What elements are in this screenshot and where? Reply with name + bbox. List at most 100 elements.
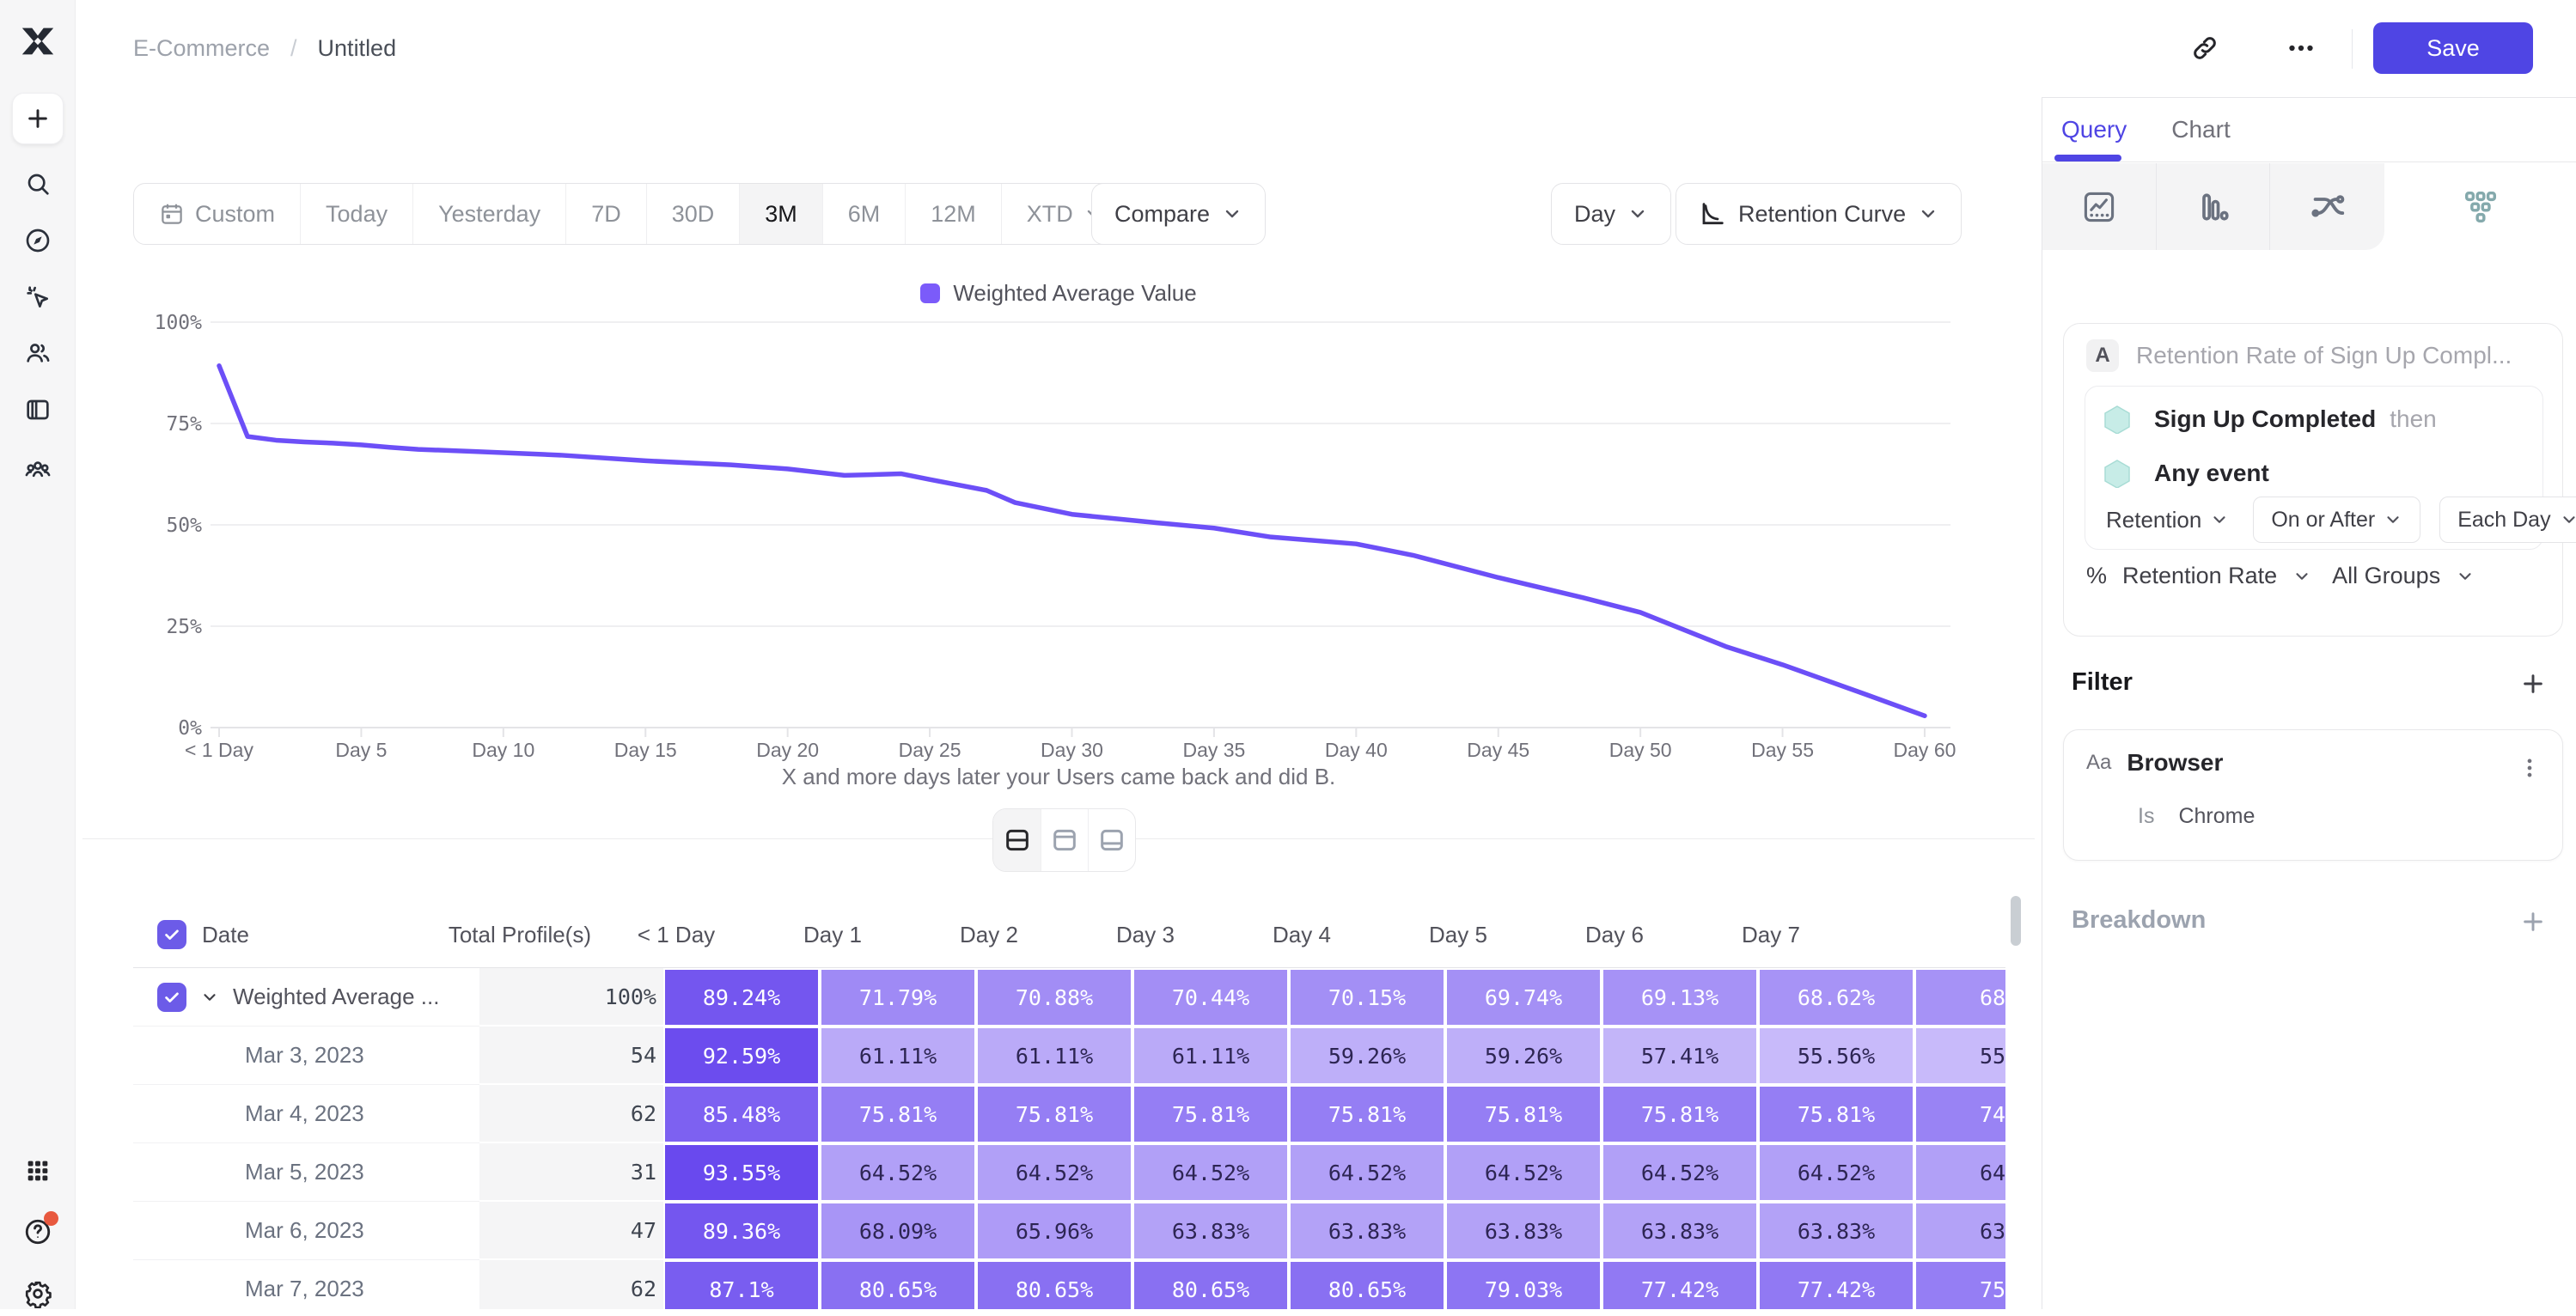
table-view-toggle[interactable] [1088,809,1135,871]
row-checkbox[interactable] [157,983,186,1012]
filter-property[interactable]: Browser [2127,749,2223,777]
row-label: Mar 6, 2023 [133,1217,364,1244]
compass-icon[interactable] [15,218,60,263]
x-axis-tick: Day 30 [1041,739,1103,761]
period-dropdown[interactable]: Each Day [2439,497,2576,543]
row-label: Weighted Average ... [233,984,439,1010]
cursor-click-icon[interactable] [15,275,60,320]
flow-chart-icon[interactable] [2270,163,2384,250]
event-hexagon-icon [2103,459,2132,488]
x-axis-tick: Day 15 [614,739,677,761]
retention-cell: 92.59% [665,1028,818,1083]
new-report-button[interactable] [12,93,64,144]
retention-dots-icon[interactable] [2384,163,2576,250]
more-icon[interactable] [2280,27,2323,70]
settings-icon[interactable] [15,1271,60,1316]
bar-chart-icon[interactable] [2157,163,2271,250]
panel-left-icon[interactable] [15,387,60,432]
retention-settings-row: Retention On or After Each Day [2106,497,2576,543]
operator-dropdown[interactable]: On or After [2253,497,2420,543]
filter-operator[interactable]: Is [2138,804,2154,829]
tab-query[interactable]: Query [2061,116,2127,143]
retention-cell: 75.81% [978,1087,1131,1142]
header-divider [2352,29,2353,69]
event-a-suffix: then [2390,405,2437,433]
event-a-name[interactable]: Sign Up Completed [2154,405,2376,433]
search-icon[interactable] [15,161,60,206]
event-a-row: Sign Up Completed then [2103,405,2437,434]
total-profiles-cell: 100% [479,968,663,1027]
retention-cell: 80.65% [1134,1262,1287,1309]
retention-cell: 85.48% [665,1087,818,1142]
split-view-toggle[interactable] [993,809,1041,871]
retention-line-chart: 0%25%50%75%100%< 1 DayDay 5Day 10Day 15D… [76,97,2042,801]
retention-cell: 75 [1916,1262,2005,1309]
retention-cell: 75.81% [1291,1087,1444,1142]
event-card: Sign Up Completed then Any event Retenti… [2085,386,2543,550]
query-title[interactable]: Retention Rate of Sign Up Compl... [2136,342,2512,369]
x-axis-tick: Day 45 [1467,739,1529,761]
retention-cell: 87.1% [665,1262,818,1309]
table-row: Mar 3, 20235492.59%61.11%61.11%61.11%59.… [133,1027,2005,1085]
retention-cell: 71.79% [821,970,974,1025]
expand-chevron-icon[interactable] [200,988,219,1007]
filter-value[interactable]: Chrome [2178,804,2255,829]
tab-chart[interactable]: Chart [2171,116,2230,143]
column-header-day: Day 1 [754,922,911,948]
table-row: Mar 6, 20234789.36%68.09%65.96%63.83%63.… [133,1202,2005,1260]
retention-table: DateTotal Profile(s)< 1 DayDay 1Day 2Day… [133,902,2005,1309]
add-filter-button[interactable] [2516,667,2550,701]
retention-cell: 75.81% [1760,1087,1913,1142]
query-title-row: A Retention Rate of Sign Up Compl... [2086,339,2512,372]
retention-cell: 75.81% [1447,1087,1600,1142]
add-breakdown-button[interactable] [2516,905,2550,939]
select-all-checkbox[interactable] [157,920,186,949]
groups-dropdown[interactable]: All Groups [2332,563,2440,589]
filter-menu-icon[interactable] [2514,752,2545,783]
apps-grid-icon[interactable] [15,1148,60,1193]
event-hexagon-icon [2103,405,2132,434]
retention-cell: 89.36% [665,1203,818,1258]
filter-card: Aa Browser Is Chrome [2063,729,2563,861]
retention-cell: 77.42% [1603,1262,1756,1309]
retention-cell: 64.52% [1291,1145,1444,1200]
metric-row: % Retention Rate All Groups [2086,563,2475,589]
retention-cell: 61.11% [821,1028,974,1083]
breadcrumb-page-title[interactable]: Untitled [318,35,397,62]
retention-cell: 79.03% [1447,1262,1600,1309]
save-button[interactable]: Save [2373,22,2533,74]
retention-cell: 70.15% [1291,970,1444,1025]
query-panel: Query Chart A Retention Rate of Sign Up … [2042,97,2576,1309]
x-axis-tick: Day 40 [1325,739,1388,761]
retention-cell: 64.52% [1134,1145,1287,1200]
breadcrumb-section[interactable]: E-Commerce [133,35,270,62]
chart-view-toggle[interactable] [1041,809,1088,871]
retention-cell: 93.55% [665,1145,818,1200]
retention-cell: 75.81% [1603,1087,1756,1142]
retention-line [219,366,1925,716]
row-label: Mar 7, 2023 [133,1276,364,1302]
total-profiles-cell: 31 [479,1143,663,1202]
retention-cell: 69.74% [1447,970,1600,1025]
x-axis-tick: Day 50 [1609,739,1672,761]
total-profiles-cell: 54 [479,1027,663,1085]
x-axis-tick: Day 60 [1894,739,1956,761]
metric-dropdown[interactable]: Retention Rate [2122,563,2277,589]
users-icon[interactable] [15,331,60,375]
help-icon[interactable] [15,1209,60,1254]
table-scrollbar[interactable] [2011,896,2021,946]
retention-cell: 70.88% [978,970,1131,1025]
users-group-icon[interactable] [15,448,60,492]
retention-type-dropdown[interactable]: Retention [2106,507,2229,533]
houseware-logo[interactable] [15,19,60,64]
column-header-day: Day 6 [1536,922,1693,948]
table-row: Mar 7, 20236287.1%80.65%80.65%80.65%80.6… [133,1260,2005,1309]
property-type-icon: Aa [2086,751,2111,775]
link-icon[interactable] [2183,27,2226,70]
retention-cell: 64.52% [978,1145,1131,1200]
operator-label: On or After [2271,508,2375,533]
breadcrumb-separator: / [290,35,297,62]
line-chart-icon[interactable] [2042,163,2157,250]
event-b-name[interactable]: Any event [2154,460,2269,487]
y-axis-tick: 100% [155,312,203,334]
